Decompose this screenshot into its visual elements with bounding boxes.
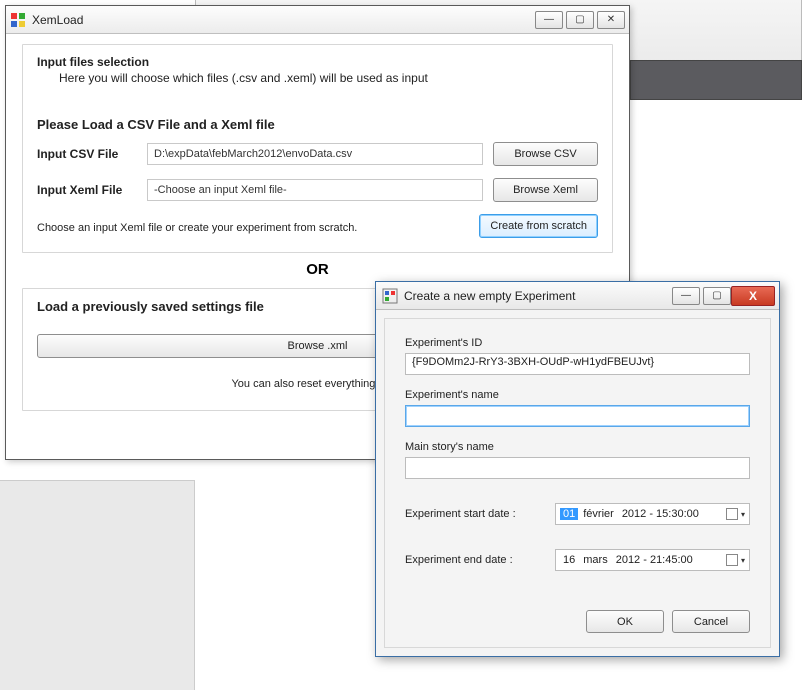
ok-button[interactable]: OK — [586, 610, 664, 633]
section-subtitle: Here you will choose which files (.csv a… — [59, 71, 598, 85]
calendar-icon[interactable] — [726, 508, 738, 520]
experiment-name-label: Experiment's name — [405, 389, 750, 401]
dialog-maximize-button[interactable]: ▢ — [703, 287, 731, 305]
maximize-button[interactable]: ▢ — [566, 11, 594, 29]
end-month[interactable]: mars — [580, 554, 610, 566]
dialog-app-icon — [382, 288, 398, 304]
create-experiment-dialog: Create a new empty Experiment — ▢ X Expe… — [375, 281, 780, 657]
background-side-panel — [0, 480, 195, 690]
xeml-label: Input Xeml File — [37, 183, 147, 197]
xeml-hint: Choose an input Xeml file or create your… — [37, 222, 479, 234]
background-dark-strip — [630, 60, 802, 100]
csv-path-field[interactable]: D:\expData\febMarch2012\envoData.csv — [147, 143, 483, 165]
close-button[interactable]: ✕ — [597, 11, 625, 29]
experiment-id-field[interactable]: {F9DOMm2J-RrY3-3BXH-OUdP-wH1ydFBEUJvt} — [405, 353, 750, 375]
end-date-picker[interactable]: 16 mars 2012 - 21:45:00 ▾ — [555, 549, 750, 571]
app-icon — [10, 12, 26, 28]
start-day[interactable]: 01 — [560, 508, 578, 520]
main-story-field[interactable] — [405, 457, 750, 479]
csv-label: Input CSV File — [37, 147, 147, 161]
xeml-path-field[interactable]: -Choose an input Xeml file- — [147, 179, 483, 201]
create-from-scratch-button[interactable]: Create from scratch — [479, 214, 598, 238]
experiment-name-field[interactable] — [405, 405, 750, 427]
dialog-close-button[interactable]: X — [731, 286, 775, 306]
calendar-icon[interactable] — [726, 554, 738, 566]
start-rest[interactable]: 2012 - 15:30:00 — [619, 508, 702, 520]
input-files-group: Input files selection Here you will choo… — [22, 44, 613, 253]
dialog-titlebar[interactable]: Create a new empty Experiment — ▢ X — [376, 282, 779, 310]
or-label: OR — [22, 261, 613, 278]
window-title: XemLoad — [32, 13, 532, 27]
titlebar[interactable]: XemLoad — ▢ ✕ — [6, 6, 629, 34]
dialog-minimize-button[interactable]: — — [672, 287, 700, 305]
main-story-label: Main story's name — [405, 441, 750, 453]
end-day[interactable]: 16 — [560, 554, 578, 566]
start-date-label: Experiment start date : — [405, 508, 555, 520]
minimize-button[interactable]: — — [535, 11, 563, 29]
start-month[interactable]: février — [580, 508, 617, 520]
browse-xeml-button[interactable]: Browse Xeml — [493, 178, 598, 202]
cancel-button[interactable]: Cancel — [672, 610, 750, 633]
chevron-down-icon[interactable]: ▾ — [741, 510, 745, 519]
start-date-picker[interactable]: 01 février 2012 - 15:30:00 ▾ — [555, 503, 750, 525]
chevron-down-icon[interactable]: ▾ — [741, 556, 745, 565]
load-heading: Please Load a CSV File and a Xeml file — [37, 117, 598, 132]
browse-csv-button[interactable]: Browse CSV — [493, 142, 598, 166]
dialog-title: Create a new empty Experiment — [404, 289, 669, 303]
experiment-id-label: Experiment's ID — [405, 337, 750, 349]
end-rest[interactable]: 2012 - 21:45:00 — [613, 554, 696, 566]
section-title: Input files selection — [37, 55, 598, 69]
end-date-label: Experiment end date : — [405, 554, 555, 566]
